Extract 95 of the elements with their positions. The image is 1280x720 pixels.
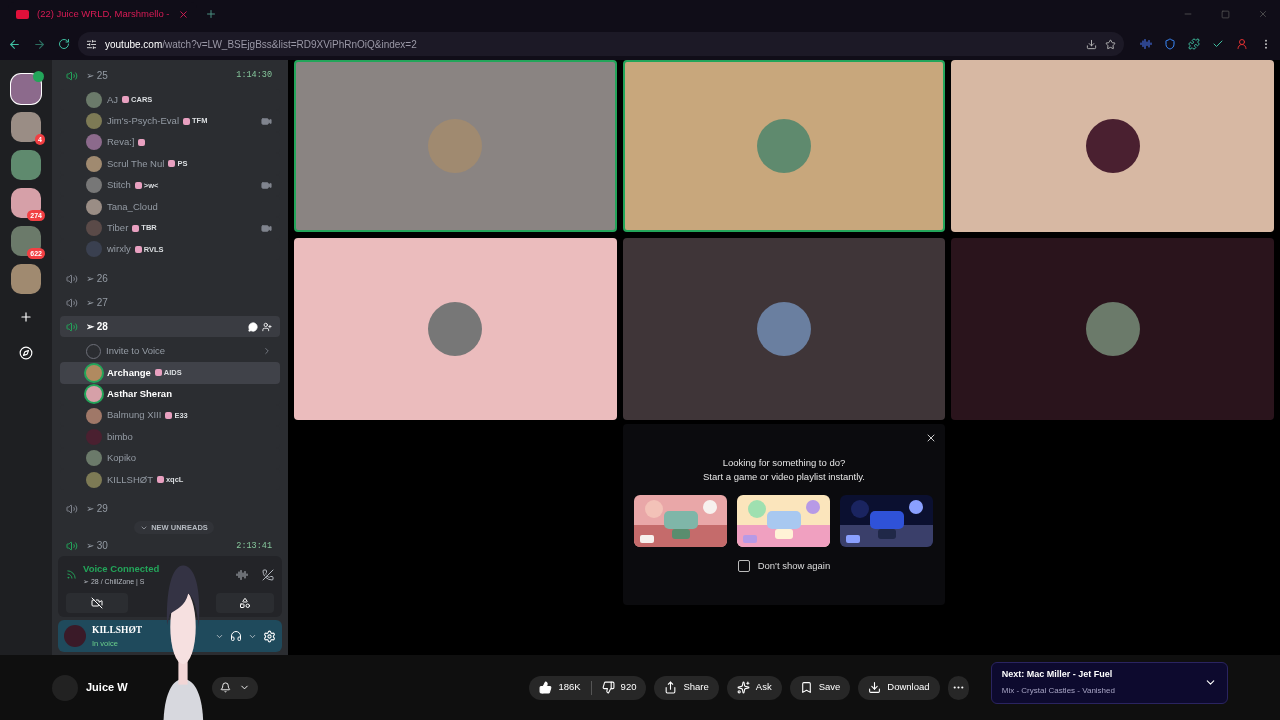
shapes-icon	[239, 597, 251, 609]
site-settings-icon[interactable]	[86, 38, 97, 50]
member-name: bimbo	[107, 429, 133, 444]
member-name: Kopiko	[107, 451, 137, 466]
username: KILLSHØT	[92, 624, 143, 638]
download-icon	[868, 681, 882, 694]
action-button[interactable]: Ask	[726, 675, 782, 700]
reload-icon[interactable]	[58, 38, 70, 50]
member-name: Balmung XIII	[107, 408, 162, 423]
next-title: Next: Mac Miller - Jet Fuel	[1001, 668, 1114, 682]
member-name: wirxly	[107, 242, 131, 257]
thumbs-up-icon	[539, 681, 553, 694]
channel-name: ➢ 28	[86, 320, 108, 335]
next-video-panel[interactable]: Next: Mac Miller - Jet Fuel Mix - Crystal Castles - Vanished	[990, 661, 1228, 704]
play-logo-icon	[16, 9, 29, 19]
member-name: Asthar Sheran	[107, 387, 172, 402]
like-button[interactable]: 186K	[529, 675, 591, 700]
headphones-icon[interactable]	[230, 630, 242, 642]
share-arrow-icon	[664, 681, 678, 694]
action-button[interactable]: Share	[654, 675, 719, 700]
avatar	[757, 119, 811, 173]
video-tile[interactable]	[294, 60, 617, 232]
checkbox[interactable]	[737, 559, 750, 572]
voice-status: Voice Connected	[83, 562, 160, 577]
channel-name: ➢ 27	[86, 296, 108, 311]
invite-label: Invite to Voice	[106, 344, 166, 358]
video-tile[interactable]	[622, 60, 946, 232]
install-icon[interactable]	[1086, 38, 1097, 50]
bookmark-icon	[799, 681, 813, 694]
video-tile[interactable]	[951, 60, 1274, 232]
action-button[interactable]: Save	[789, 675, 851, 700]
back-icon[interactable]	[8, 37, 21, 51]
member-name: AJ	[107, 92, 119, 107]
extension-icon[interactable]	[1212, 38, 1224, 50]
noise-icon[interactable]	[236, 568, 248, 581]
call-timer: 1:14:30	[236, 69, 272, 82]
popup-heading: Looking for something to do?	[722, 456, 846, 470]
call-timer: 2:13:41	[236, 539, 272, 553]
address-field[interactable]: youtube.com/watch?v=LW_BSEjgBss&list=RD9XViPhRnOiQ&index=2	[78, 32, 1124, 56]
chat-icon[interactable]	[248, 321, 258, 332]
chevron-icon	[262, 346, 272, 357]
bookmark-star-icon[interactable]	[1105, 38, 1116, 50]
checkbox-label: Don't show again	[757, 558, 831, 573]
add-server-icon[interactable]	[19, 310, 33, 324]
member-name: Stitch	[107, 178, 131, 193]
avatar	[757, 302, 811, 356]
voice-channel[interactable]: ➢ 25 1:14:30	[60, 65, 280, 86]
subscribe-button[interactable]	[211, 676, 258, 699]
forward-icon[interactable]	[33, 37, 46, 51]
popup-subheading: Start a game or video playlist instantly.	[703, 470, 865, 485]
member-name: KILLSHØT	[107, 472, 153, 487]
video-tile[interactable]	[951, 238, 1274, 420]
avatar	[1085, 119, 1140, 173]
channel-name: ➢ 29	[86, 502, 108, 517]
member-name: Tiber	[107, 220, 129, 235]
camera-off-icon	[91, 597, 103, 609]
channel-name: ➢ 30	[86, 539, 108, 554]
channel-name: ➢ 26	[86, 272, 108, 287]
tab-title: (22) Juice WRLD, Marshmello -	[37, 6, 170, 21]
member-name: Scrul The Nul	[107, 156, 165, 171]
server-icon[interactable]	[11, 264, 41, 294]
thumbs-down-icon	[601, 681, 615, 694]
sparkle-icon	[736, 681, 750, 694]
new-tab-icon[interactable]	[204, 8, 217, 20]
voice-channel[interactable]: ➢ 29	[60, 498, 280, 520]
dislike-button[interactable]: 920	[591, 675, 647, 700]
extension-icon[interactable]	[1188, 38, 1200, 50]
server-icon[interactable]	[11, 74, 41, 104]
channel-name: ➢ 25	[86, 69, 108, 83]
channel-name[interactable]: Juice W	[86, 679, 128, 696]
avatar	[1085, 302, 1140, 356]
invite-row[interactable]: Invite to Voice	[60, 340, 280, 363]
settings-icon[interactable]	[263, 629, 276, 643]
bell-icon	[219, 682, 231, 693]
profile-icon[interactable]	[1236, 38, 1248, 50]
member-name: Jim's-Psych-Eval	[107, 113, 179, 128]
member-name: Tana_Cloud	[107, 199, 158, 214]
more-button[interactable]	[947, 675, 969, 700]
video-tile[interactable]	[294, 238, 617, 420]
extension-icon[interactable]	[1164, 38, 1176, 50]
activity-button[interactable]	[216, 593, 274, 613]
disconnect-icon[interactable]	[262, 568, 274, 581]
member-name: Archange	[107, 365, 151, 380]
video-tile[interactable]	[622, 238, 946, 420]
next-subtitle: Mix - Crystal Castles - Vanished	[1001, 684, 1115, 697]
signal-icon	[66, 569, 77, 581]
camera-button[interactable]	[66, 593, 128, 613]
discover-icon[interactable]	[19, 346, 33, 360]
voice-channel[interactable]: ➢ 27	[60, 292, 280, 314]
member-name: Reva:]	[107, 135, 135, 150]
avatar	[428, 302, 483, 356]
action-button[interactable]: Download	[858, 675, 940, 700]
voice-channel[interactable]: ➢ 26	[60, 268, 280, 290]
voice-channel[interactable]: ➢ 30 2:13:41	[60, 535, 280, 555]
voice-channel[interactable]: ➢ 28	[60, 316, 280, 338]
